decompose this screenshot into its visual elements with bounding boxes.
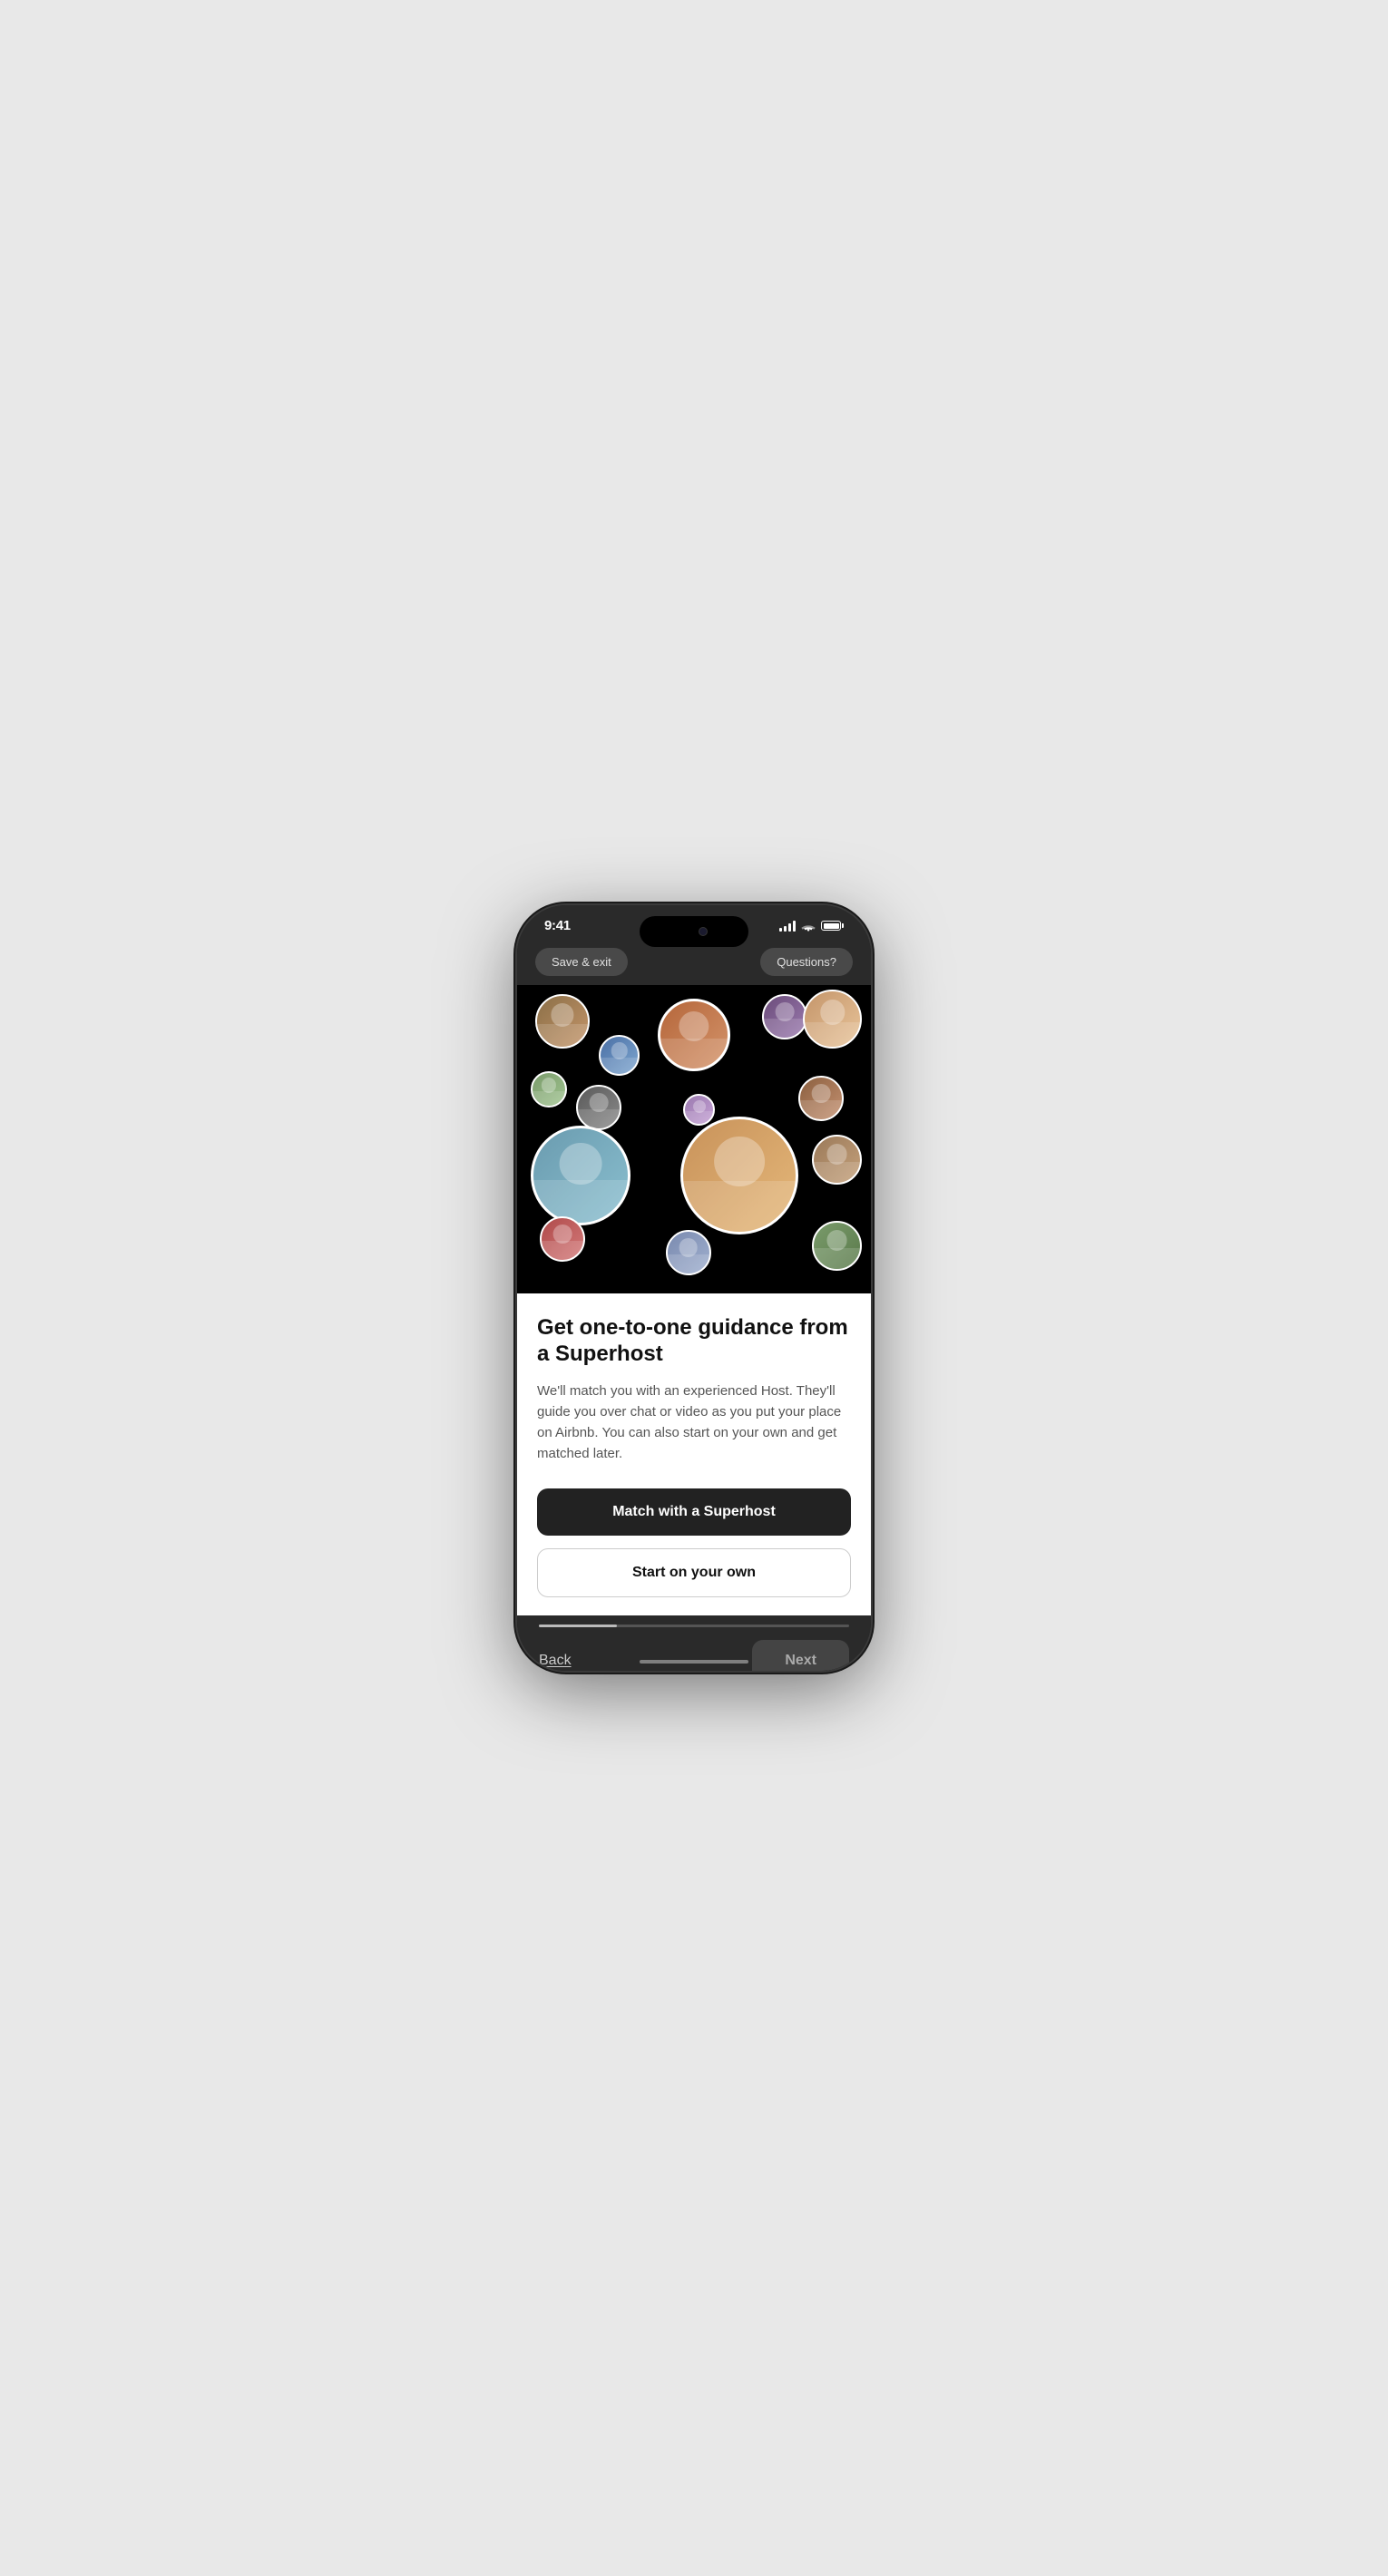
home-indicator xyxy=(640,1660,748,1664)
questions-button[interactable]: Questions? xyxy=(760,948,853,976)
bottom-navigation: Back Next xyxy=(539,1640,849,1671)
hero-image-area xyxy=(517,985,871,1293)
avatar-11-large-main xyxy=(680,1117,798,1234)
content-description: We'll match you with an experienced Host… xyxy=(537,1381,851,1465)
avatar-4 xyxy=(762,994,807,1039)
signal-bars-icon xyxy=(779,921,796,932)
phone-screen: 9:41 xyxy=(517,905,871,1671)
avatar-9 xyxy=(798,1076,844,1121)
avatar-10-large xyxy=(531,1126,630,1225)
avatar-2 xyxy=(599,1035,640,1076)
avatar-5 xyxy=(803,990,862,1049)
avatar-13 xyxy=(540,1216,585,1262)
avatar-7 xyxy=(576,1085,621,1130)
avatar-15 xyxy=(812,1221,862,1271)
dynamic-island xyxy=(640,916,748,947)
start-own-button[interactable]: Start on your own xyxy=(537,1548,851,1597)
avatar-1 xyxy=(535,994,590,1049)
match-superhost-button[interactable]: Match with a Superhost xyxy=(537,1488,851,1536)
avatar-container xyxy=(517,985,871,1293)
status-icons xyxy=(779,921,844,932)
phone-frame: 9:41 xyxy=(517,905,871,1671)
wifi-icon xyxy=(801,921,816,932)
back-button[interactable]: Back xyxy=(539,1647,572,1671)
top-navigation: Save & exit Questions? xyxy=(517,941,871,985)
avatar-6 xyxy=(531,1071,567,1107)
progress-bar-fill xyxy=(539,1625,617,1627)
progress-bar xyxy=(539,1625,849,1627)
phone-wrapper: 9:41 xyxy=(517,905,871,1671)
camera-dot xyxy=(699,927,708,936)
save-exit-button[interactable]: Save & exit xyxy=(535,948,628,976)
content-area: Get one-to-one guidance from a Superhost… xyxy=(517,1293,871,1615)
battery-icon xyxy=(821,921,844,931)
next-button[interactable]: Next xyxy=(752,1640,849,1671)
avatar-14 xyxy=(666,1230,711,1275)
avatar-12 xyxy=(812,1135,862,1185)
avatar-3-featured xyxy=(658,999,730,1071)
status-time: 9:41 xyxy=(544,918,571,933)
page-title: Get one-to-one guidance from a Superhost xyxy=(537,1315,851,1368)
